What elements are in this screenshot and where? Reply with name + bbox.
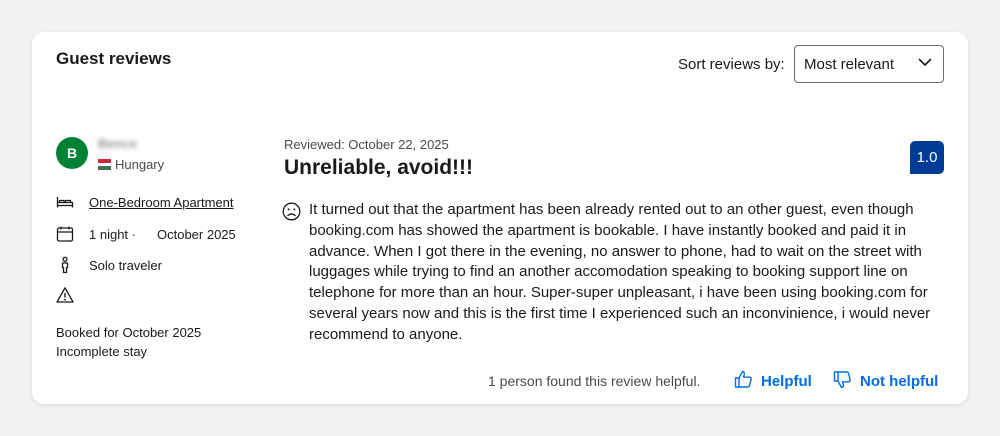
thumbs-down-icon	[833, 370, 852, 393]
stay-date: October 2025	[156, 226, 236, 242]
booking-info: Booked for October 2025 Incomplete stay	[56, 323, 201, 361]
traveler-type: Solo traveler	[89, 257, 162, 273]
chevron-down-icon	[917, 54, 933, 74]
reviewer-country: Hungary	[98, 157, 164, 172]
stay-status-text: Incomplete stay	[56, 344, 148, 359]
booked-for-text: Booked for October 2025	[56, 325, 202, 340]
warning-row	[56, 286, 89, 304]
hungary-flag-icon	[98, 159, 111, 171]
sort-selected-value: Most relevant	[804, 55, 895, 73]
section-title: Guest reviews	[56, 49, 172, 68]
score-badge: 1.0	[910, 141, 944, 174]
stay-duration-row: 1 night · October 2025	[56, 225, 236, 243]
avatar: B	[56, 137, 88, 169]
country-name: Hungary	[115, 157, 165, 172]
nights-count: 1 night ·	[89, 226, 136, 242]
bed-icon	[56, 193, 74, 211]
sort-select[interactable]: Most relevant	[794, 45, 944, 83]
reviewer-name: Bence	[98, 136, 138, 151]
calendar-icon	[56, 225, 74, 243]
not-helpful-label: Not helpful	[860, 373, 939, 390]
reviewed-date: Reviewed: October 22, 2025	[284, 137, 449, 152]
not-helpful-button[interactable]: Not helpful	[833, 370, 938, 393]
helpful-label: Helpful	[761, 373, 812, 390]
warning-icon	[56, 286, 74, 304]
person-icon	[56, 256, 74, 274]
sort-label: Sort reviews by:	[678, 56, 785, 73]
room-type-row: One-Bedroom Apartment	[56, 193, 234, 211]
traveler-type-row: Solo traveler	[56, 256, 162, 274]
thumbs-up-icon	[734, 370, 753, 393]
guest-reviews-card: Guest reviews Sort reviews by: Most rele…	[32, 32, 968, 404]
room-type-link[interactable]: One-Bedroom Apartment	[89, 195, 234, 210]
review-title: Unreliable, avoid!!!	[284, 156, 474, 179]
helpful-count: 1 person found this review helpful.	[488, 373, 701, 389]
review-body: It turned out that the apartment has bee…	[309, 201, 931, 343]
sad-face-icon	[282, 202, 301, 221]
helpful-button[interactable]: Helpful	[734, 370, 812, 393]
